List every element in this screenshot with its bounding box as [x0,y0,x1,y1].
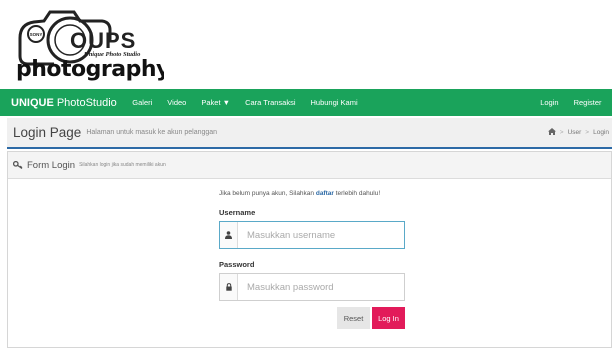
page-header: Login Page Halaman untuk masuk ke akun p… [7,118,612,149]
password-input[interactable] [238,274,404,300]
nav-menu: Galeri Video Paket ▼ Cara Transaksi Hubu… [125,98,365,107]
page-title: Login Page [13,125,82,140]
breadcrumb-separator: > [585,129,590,136]
username-input-group [219,221,405,249]
key-icon [12,156,23,174]
register-hint-suffix: terlebih dahulu! [333,190,381,197]
nav-item-cara-transaksi[interactable]: Cara Transaksi [238,98,303,107]
login-form-box: Form Login Silahkan login jika sudah mem… [7,151,612,348]
nav-register-link[interactable]: Register [566,98,609,107]
studio-logo[interactable]: SONY OUPS Unique Photo Studio photograph… [14,4,164,86]
chevron-down-icon: ▼ [222,98,231,107]
nav-right: Login Register [533,98,612,107]
nav-item-video[interactable]: Video [160,98,194,107]
register-hint: Jika belum punya akun, Silahkan daftar t… [219,190,380,197]
lock-icon [220,274,238,300]
brand-link[interactable]: UNIQUE PhotoStudio [0,97,117,109]
reset-button[interactable]: Reset [337,307,370,329]
page: SONY OUPS Unique Photo Studio photograph… [0,0,612,349]
user-icon [220,222,238,248]
nav-item-hubungi-kami[interactable]: Hubungi Kami [303,98,365,107]
nav-item-paket[interactable]: Paket ▼ [194,98,238,107]
navbar: UNIQUE PhotoStudio Galeri Video Paket ▼ … [0,89,612,116]
page-subtitle: Halaman untuk masuk ke akun pelanggan [86,129,218,136]
register-link[interactable]: daftar [316,190,334,197]
svg-text:OUPS: OUPS [70,28,136,53]
breadcrumb-user[interactable]: User [568,129,582,136]
home-icon[interactable] [547,128,556,137]
form-box-title: Form Login [27,159,76,171]
form-box-header: Form Login Silahkan login jika sudah mem… [8,152,611,179]
login-button[interactable]: Log In [372,307,405,329]
form-box-subtitle: Silahkan login jika sudah memiliki akun [79,162,166,168]
nav-item-paket-label: Paket [201,98,221,107]
brand-rest: PhotoStudio [53,96,117,109]
password-label: Password [219,260,255,269]
password-input-group [219,273,405,301]
brand-bold: UNIQUE [11,96,54,109]
breadcrumb: > User > Login [547,128,612,137]
username-input[interactable] [238,222,404,248]
nav-item-galeri[interactable]: Galeri [125,98,160,107]
username-label: Username [219,208,256,217]
svg-text:photography: photography [16,57,164,82]
camera-logo-icon: SONY OUPS Unique Photo Studio photograph… [16,10,164,82]
nav-login-link[interactable]: Login [533,98,566,107]
register-hint-prefix: Jika belum punya akun, Silahkan [219,190,316,197]
breadcrumb-separator: > [559,129,564,136]
svg-text:SONY: SONY [30,32,43,37]
breadcrumb-login: Login [593,129,609,136]
